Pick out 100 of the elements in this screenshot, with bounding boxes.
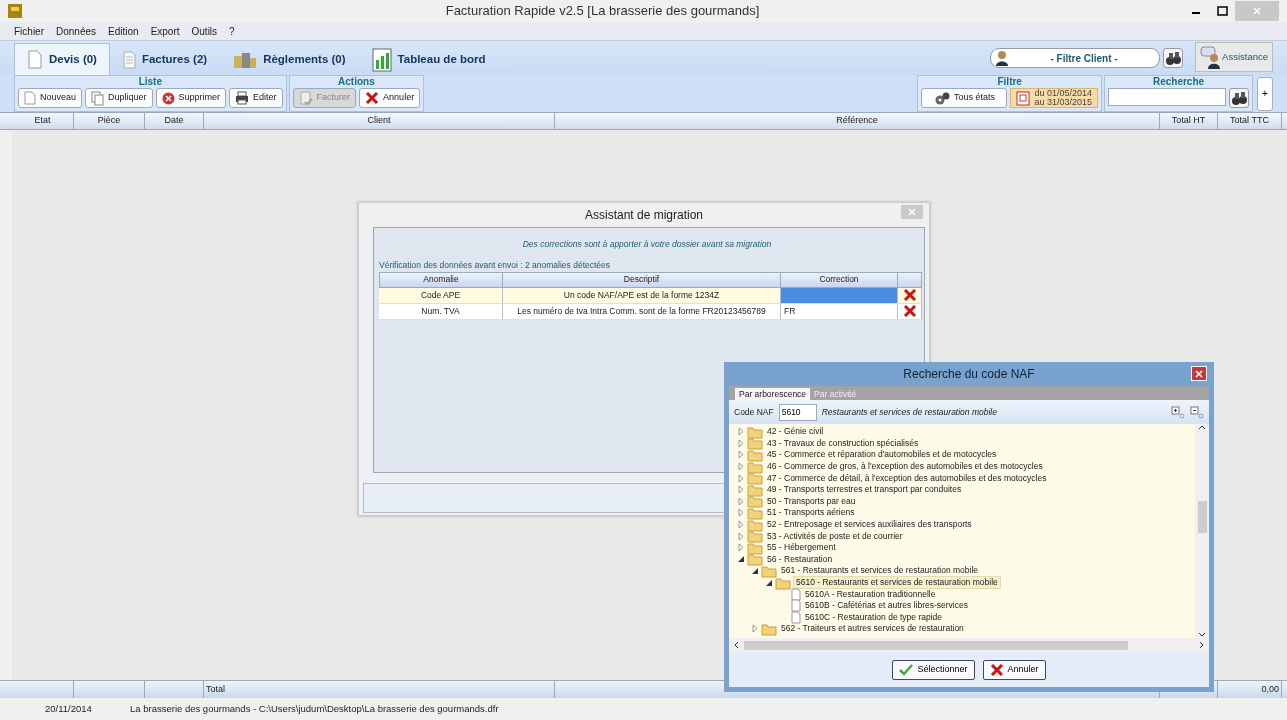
collapsed-arrow-icon[interactable] — [737, 508, 745, 518]
folder-icon — [775, 575, 791, 590]
menu-item[interactable]: Edition — [108, 23, 139, 39]
toolbar-button[interactable]: Dupliquer — [85, 88, 153, 108]
collapsed-arrow-icon[interactable] — [751, 624, 759, 634]
tree-item[interactable]: 5610 - Restaurants et services de restauration mobile — [793, 576, 1001, 589]
column-header[interactable]: Total TTC — [1218, 113, 1282, 129]
column-header[interactable]: Pièce — [74, 113, 145, 129]
scrollbar[interactable] — [1195, 424, 1209, 638]
tree-item[interactable]: 47 - Commerce de détail, à l'exception des automobiles et des motocycles — [765, 472, 1049, 484]
client-filter-field[interactable]: - Filtre Client - — [990, 48, 1161, 68]
close-button[interactable] — [1191, 366, 1207, 381]
tree-item[interactable]: 51 - Transports aériens — [765, 507, 857, 519]
code-description: Restaurants et services de restauration mobile — [821, 405, 998, 419]
column-header[interactable]: Anomalie — [379, 271, 503, 288]
tree-item[interactable]: 5610A - Restauration traditionnelle — [803, 588, 938, 600]
tree-item[interactable]: 53 - Activités de poste et de courrier — [765, 530, 905, 542]
group-title: Filtre — [997, 76, 1022, 88]
toolbar-button[interactable]: Editer — [229, 88, 283, 108]
expand-all-icon — [1171, 405, 1185, 419]
search-button[interactable] — [1163, 48, 1184, 68]
gears-icon — [933, 91, 950, 105]
collapsed-arrow-icon[interactable] — [737, 438, 745, 448]
column-header[interactable]: Correction — [781, 271, 898, 288]
info-message: Des corrections sont à apporter à votre dossier avant sa migration — [521, 238, 773, 251]
tree-item[interactable]: 562 - Traiteurs et autres services de restauration — [779, 623, 966, 635]
scroll-left-icon — [733, 641, 740, 649]
tree-item[interactable]: 52 - Entreposage et services auxiliaires des transports — [765, 519, 974, 531]
scrollbar[interactable] — [729, 638, 1209, 652]
dialog-button[interactable]: Sélectionner — [892, 659, 975, 680]
menu-item[interactable]: Outils — [191, 23, 218, 39]
collapsed-arrow-icon[interactable] — [737, 473, 745, 483]
group-title: Liste — [138, 76, 162, 88]
delete-icon[interactable] — [902, 288, 917, 302]
state-filter-button[interactable]: Tous états — [921, 88, 1008, 108]
tree-item[interactable]: 56 - Restauration — [765, 553, 835, 565]
scroll-thumb[interactable] — [744, 640, 1128, 650]
tree-item[interactable]: 45 - Commerce et réparation d'automobiles et de motocycles — [765, 449, 999, 461]
collapsed-arrow-icon[interactable] — [737, 485, 745, 495]
folder-icon — [747, 529, 763, 544]
assistance-button[interactable]: Assistance — [1195, 42, 1273, 72]
tree-item[interactable]: 561 - Restaurants et services de restauration mobile — [779, 565, 980, 577]
cross-icon — [365, 91, 380, 105]
menu-item[interactable]: Fichier — [14, 23, 44, 39]
column-header[interactable]: Descriptif — [503, 271, 781, 288]
column-header[interactable]: Etat — [12, 113, 74, 129]
tab[interactable]: Tableau de bord — [358, 43, 499, 75]
field-label: Code NAF — [734, 405, 774, 419]
tab[interactable]: Devis (0) — [14, 43, 110, 75]
collapsed-arrow-icon[interactable] — [737, 427, 745, 437]
tree-item[interactable]: 42 - Génie civil — [765, 426, 826, 438]
date-text: au 31/03/2015 — [1034, 98, 1092, 107]
collapsed-arrow-icon[interactable] — [737, 462, 745, 472]
date-text: du 01/05/2014 — [1034, 89, 1092, 98]
delete-icon — [161, 91, 175, 105]
toolbar-button[interactable]: Supprimer — [155, 88, 227, 108]
tab[interactable]: Factures (2) — [109, 43, 221, 75]
column-header[interactable]: Total HT — [1160, 113, 1218, 129]
tree-item[interactable]: 46 - Commerce de gros, à l'exception des automobiles et des motocycles — [765, 461, 1045, 473]
scroll-thumb[interactable] — [1197, 501, 1207, 533]
menu-item[interactable]: ? — [229, 23, 235, 39]
collapsed-arrow-icon[interactable] — [737, 450, 745, 460]
column-header[interactable]: Client — [204, 113, 555, 129]
tab[interactable]: Règlements (0) — [220, 43, 359, 75]
column-header[interactable]: Date — [145, 113, 204, 129]
column-header[interactable]: Référence — [555, 113, 1160, 129]
assistant-icon — [1200, 45, 1221, 69]
tree-item[interactable]: 5610B - Cafétérias et autres libres-services — [803, 600, 970, 612]
collapsed-arrow-icon[interactable] — [737, 520, 745, 530]
bar-chart-icon — [371, 47, 392, 72]
scroll-down-icon — [1198, 631, 1206, 638]
code-field[interactable]: 5610 — [778, 403, 817, 421]
delete-icon[interactable] — [902, 304, 917, 318]
menu-item[interactable]: Export — [150, 23, 180, 39]
date-range-button[interactable]: du 01/05/2014 au 31/03/2015 — [1010, 88, 1098, 108]
expanded-arrow-icon[interactable] — [737, 555, 745, 564]
document-icon — [791, 599, 801, 613]
dialog-button[interactable]: Annuler — [982, 659, 1046, 680]
collapsed-arrow-icon[interactable] — [737, 496, 745, 506]
menu-item[interactable]: Données — [56, 23, 97, 39]
calendar-icon — [1016, 90, 1031, 106]
collapse-all-icon — [1190, 405, 1204, 419]
printer-icon — [235, 91, 250, 105]
collapsed-arrow-icon[interactable] — [737, 531, 745, 541]
tree-item[interactable]: 55 - Hébergement — [765, 542, 838, 554]
tree-item[interactable]: 5610C - Restauration de type rapide — [803, 611, 945, 623]
search-button[interactable] — [1229, 88, 1249, 108]
tree-item[interactable]: 50 - Transports par eau — [765, 495, 858, 507]
toolbar-button[interactable]: Nouveau — [18, 88, 83, 108]
check-icon — [899, 663, 914, 676]
toolbar-button[interactable]: Annuler — [359, 88, 421, 108]
expanded-arrow-icon[interactable] — [765, 578, 773, 587]
copy-icon — [91, 90, 105, 106]
add-button[interactable]: + — [1257, 76, 1273, 111]
tree-item[interactable]: 49 - Transports terrestres et transport par conduites — [765, 484, 964, 496]
tab[interactable]: Par arborescence — [735, 388, 811, 400]
search-field[interactable] — [1108, 88, 1226, 106]
app-logo-icon — [8, 4, 22, 18]
tree-item[interactable]: 43 - Travaux de construction spécialisés — [765, 437, 921, 449]
expanded-arrow-icon[interactable] — [751, 566, 759, 575]
